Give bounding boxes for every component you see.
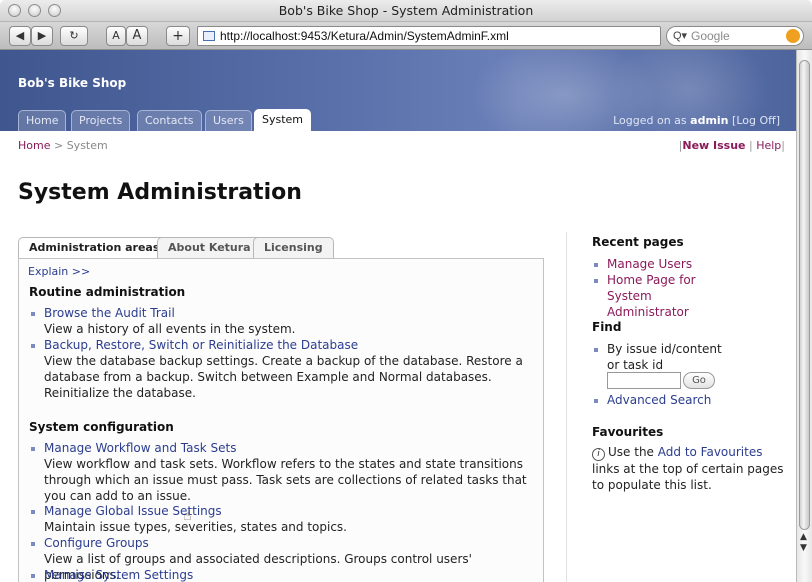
list-item: Browse the Audit Trail View a history of… bbox=[29, 305, 539, 337]
manage-system-settings-link[interactable]: Manage System Settings bbox=[29, 567, 539, 582]
search-icon: Q▾ bbox=[673, 30, 688, 42]
backup-database-link[interactable]: Backup, Restore, Switch or Reinitialize … bbox=[29, 337, 539, 353]
tab-system[interactable]: System bbox=[254, 109, 312, 131]
text-smaller-button[interactable]: A bbox=[106, 26, 126, 46]
list-item: Home Page for System Administrator bbox=[592, 272, 782, 320]
list-item: Manage System Settings bbox=[29, 567, 539, 582]
recent-home-page-link[interactable]: Home Page for System Administrator bbox=[592, 272, 732, 320]
column-divider bbox=[566, 232, 567, 582]
item-description: Maintain issue types, severities, states… bbox=[44, 520, 347, 534]
page-title: System Administration bbox=[18, 180, 302, 205]
list-item: Manage Users bbox=[592, 256, 782, 272]
manage-workflow-link[interactable]: Manage Workflow and Task Sets bbox=[29, 440, 539, 456]
breadcrumb-home[interactable]: Home bbox=[18, 139, 50, 152]
page-icon bbox=[203, 31, 215, 41]
list-item: Manage Global Issue Settings Maintain is… bbox=[29, 503, 539, 535]
window-titlebar: Bob's Bike Shop - System Administration bbox=[0, 0, 812, 22]
close-window-icon[interactable] bbox=[8, 4, 21, 17]
browser-toolbar: ◀ ▶ ↻ A A + http://localhost:9453/Ketura… bbox=[0, 22, 812, 50]
breadcrumb: Home > System bbox=[18, 139, 108, 152]
bullet-icon bbox=[594, 263, 598, 267]
scroll-up-icon[interactable]: ▲ bbox=[800, 532, 807, 542]
find-label: By issue id/content or task id bbox=[607, 342, 722, 372]
configure-groups-link[interactable]: Configure Groups bbox=[29, 535, 539, 551]
list-item: Manage Workflow and Task Sets View workf… bbox=[29, 440, 539, 504]
section-title-routine: Routine administration bbox=[29, 285, 186, 299]
tab-about-ketura[interactable]: About Ketura bbox=[157, 237, 262, 259]
item-description: View workflow and task sets. Workflow re… bbox=[44, 457, 527, 503]
new-issue-link[interactable]: New Issue bbox=[682, 139, 745, 152]
login-status: Logged on as admin [Log Off] bbox=[613, 114, 780, 127]
add-bookmark-button[interactable]: + bbox=[166, 26, 190, 46]
shop-name[interactable]: Bob's Bike Shop bbox=[18, 76, 126, 90]
info-icon: i bbox=[592, 448, 605, 461]
bullet-icon bbox=[31, 542, 35, 546]
scroll-down-icon[interactable]: ▼ bbox=[800, 543, 807, 553]
zoom-window-icon[interactable] bbox=[48, 4, 61, 17]
bullet-icon bbox=[31, 447, 35, 451]
reload-button[interactable]: ↻ bbox=[60, 26, 88, 46]
recent-pages-heading: Recent pages bbox=[592, 235, 684, 249]
tab-projects[interactable]: Projects bbox=[71, 110, 131, 131]
login-user: admin bbox=[690, 114, 729, 127]
breadcrumb-separator: > bbox=[53, 139, 64, 152]
favourites-heading: Favourites bbox=[592, 425, 664, 439]
favourites-text: i Use the Add to Favourites links at the … bbox=[592, 444, 784, 493]
tab-contacts[interactable]: Contacts bbox=[137, 110, 202, 131]
minimize-window-icon[interactable] bbox=[28, 4, 41, 17]
list-item: Backup, Restore, Switch or Reinitialize … bbox=[29, 337, 539, 401]
tab-administration-areas[interactable]: Administration areas bbox=[18, 237, 171, 260]
site-banner: Bob's Bike Shop Home Projects Contacts U… bbox=[0, 50, 796, 131]
forward-button[interactable]: ▶ bbox=[31, 26, 53, 46]
tab-home[interactable]: Home bbox=[18, 110, 67, 131]
text-bigger-button[interactable]: A bbox=[126, 26, 148, 46]
bullet-icon bbox=[594, 348, 598, 352]
hand-cursor-icon: ☝ bbox=[183, 508, 192, 524]
fav-text-pre: Use the bbox=[608, 445, 654, 459]
find-heading: Find bbox=[592, 320, 622, 334]
manage-global-issue-settings-link[interactable]: Manage Global Issue Settings bbox=[29, 503, 539, 519]
fav-text-post: links at the top of certain pages to pop… bbox=[592, 462, 784, 492]
bullet-icon bbox=[31, 312, 35, 316]
logoff-link[interactable]: [Log Off] bbox=[732, 114, 780, 127]
bullet-icon bbox=[31, 510, 35, 514]
explain-link[interactable]: Explain >> bbox=[28, 265, 90, 278]
bullet-icon bbox=[31, 574, 35, 578]
url-field[interactable]: http://localhost:9453/Ketura/Admin/Syste… bbox=[197, 26, 661, 46]
find-input[interactable] bbox=[607, 372, 681, 389]
list-item: Advanced Search bbox=[592, 392, 782, 408]
snapback-icon[interactable] bbox=[786, 29, 800, 43]
help-link[interactable]: Help bbox=[756, 139, 781, 152]
list-item: By issue id/content or task id bbox=[592, 341, 782, 373]
recent-manage-users-link[interactable]: Manage Users bbox=[592, 256, 782, 272]
advanced-search-link[interactable]: Advanced Search bbox=[592, 392, 782, 408]
breadcrumb-current: System bbox=[66, 139, 108, 152]
tab-licensing[interactable]: Licensing bbox=[253, 237, 334, 259]
bullet-icon bbox=[31, 344, 35, 348]
go-button[interactable]: Go bbox=[683, 372, 715, 389]
bullet-icon bbox=[594, 399, 598, 403]
browse-audit-trail-link[interactable]: Browse the Audit Trail bbox=[29, 305, 539, 321]
top-links: |New Issue | Help| bbox=[678, 139, 785, 152]
scroll-thumb[interactable] bbox=[799, 60, 810, 530]
item-description: View a history of all events in the syst… bbox=[44, 322, 296, 336]
window-title: Bob's Bike Shop - System Administration bbox=[278, 3, 534, 18]
login-prefix: Logged on as bbox=[613, 114, 687, 127]
tab-users[interactable]: Users bbox=[205, 110, 252, 131]
item-description: View the database backup settings. Creat… bbox=[44, 354, 523, 400]
search-placeholder: Google bbox=[691, 29, 730, 43]
section-title-configuration: System configuration bbox=[29, 420, 174, 434]
vertical-scrollbar[interactable]: ▲ ▼ bbox=[796, 50, 812, 582]
url-text: http://localhost:9453/Ketura/Admin/Syste… bbox=[220, 29, 509, 43]
back-button[interactable]: ◀ bbox=[9, 26, 31, 46]
bullet-icon bbox=[594, 279, 598, 283]
search-field[interactable]: Q▾ Google bbox=[666, 26, 804, 46]
add-to-favourites-link[interactable]: Add to Favourites bbox=[658, 445, 763, 459]
